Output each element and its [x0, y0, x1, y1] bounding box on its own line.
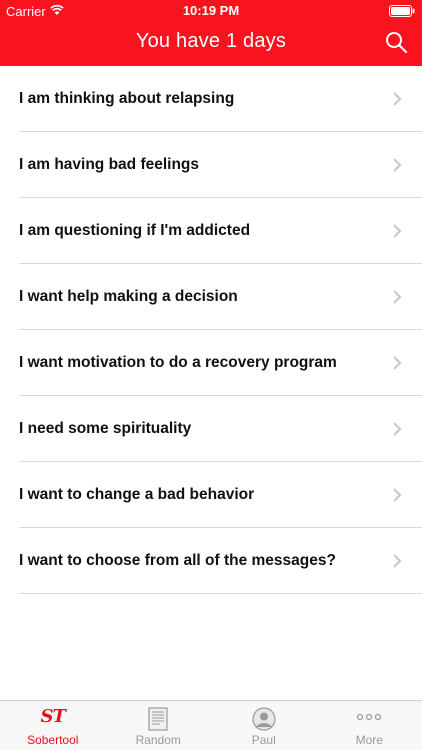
- screen: Carrier 10:19 PM You have 1 days I am th…: [0, 0, 422, 750]
- list-item-thinking-about-relapsing[interactable]: I am thinking about relapsing: [19, 66, 422, 132]
- list-item-label: I am thinking about relapsing: [19, 89, 235, 107]
- list-item-questioning-addicted[interactable]: I am questioning if I'm addicted: [19, 198, 422, 264]
- chevron-right-icon: [393, 91, 402, 106]
- list-item-label: I want motivation to do a recovery progr…: [19, 353, 337, 371]
- tab-bar: ST Sobertool Random Paul More: [0, 700, 422, 750]
- chevron-right-icon: [393, 553, 402, 568]
- list-item-label: I want help making a decision: [19, 287, 238, 305]
- search-icon[interactable]: [384, 30, 408, 54]
- chevron-right-icon: [393, 289, 402, 304]
- tab-random[interactable]: Random: [106, 701, 212, 750]
- tab-label: Random: [135, 733, 181, 747]
- list-item-label: I am questioning if I'm addicted: [19, 221, 251, 239]
- list-item-change-behavior[interactable]: I want to change a bad behavior: [19, 462, 422, 528]
- page-title: You have 1 days: [135, 30, 287, 52]
- list-item-label: I want to choose from all of the message…: [19, 551, 336, 569]
- status-time: 10:19 PM: [182, 3, 240, 18]
- battery-icon: [389, 5, 415, 17]
- tab-label: Paul: [251, 733, 276, 747]
- list-item-help-decision[interactable]: I want help making a decision: [19, 264, 422, 330]
- more-icon: [357, 713, 382, 721]
- chevron-right-icon: [393, 157, 402, 172]
- tab-sobertool[interactable]: ST Sobertool: [0, 701, 106, 750]
- chevron-right-icon: [393, 487, 402, 502]
- document-icon: [148, 707, 168, 731]
- list-item-all-messages[interactable]: I want to choose from all of the message…: [19, 528, 422, 594]
- list-item-label: I need some spirituality: [19, 419, 192, 437]
- tab-label: Sobertool: [27, 733, 79, 747]
- person-icon: [252, 707, 276, 731]
- chevron-right-icon: [393, 223, 402, 238]
- sobertool-logo-icon: ST: [40, 706, 66, 727]
- list-item-bad-feelings[interactable]: I am having bad feelings: [19, 132, 422, 198]
- chevron-right-icon: [393, 355, 402, 370]
- chevron-right-icon: [393, 421, 402, 436]
- status-bar: Carrier 10:19 PM: [0, 0, 422, 22]
- list-item-spirituality[interactable]: I need some spirituality: [19, 396, 422, 462]
- tab-label: More: [355, 733, 383, 747]
- message-list: I am thinking about relapsing I am havin…: [0, 66, 422, 594]
- list-item-motivation-recovery[interactable]: I want motivation to do a recovery progr…: [19, 330, 422, 396]
- tab-more[interactable]: More: [317, 701, 422, 750]
- tab-paul[interactable]: Paul: [211, 701, 317, 750]
- list-item-label: I am having bad feelings: [19, 155, 200, 173]
- header: Carrier 10:19 PM You have 1 days: [0, 0, 422, 66]
- list-item-label: I want to change a bad behavior: [19, 485, 255, 503]
